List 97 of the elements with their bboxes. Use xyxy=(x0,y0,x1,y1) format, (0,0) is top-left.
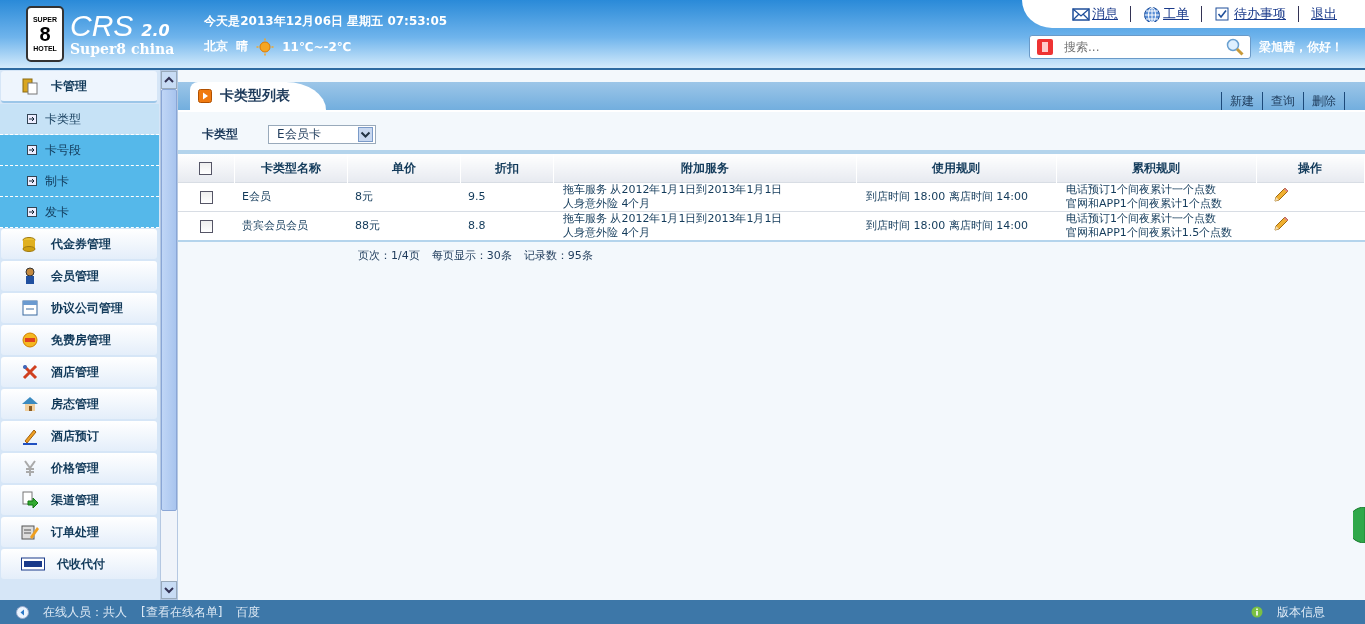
column-header: 附加服务 xyxy=(553,152,856,183)
arrow-box-icon xyxy=(27,114,37,124)
table-cell: 拖车服务 从2012年1月1日到2013年1月1日 人身意外险 4个月 xyxy=(553,211,856,241)
globe-icon xyxy=(1143,6,1161,22)
menu-group-button[interactable]: 酒店预订 xyxy=(1,421,158,451)
column-header: 折扣 xyxy=(460,152,553,183)
date-time-text: 今天是2013年12月06日 星期五 07:53:05 xyxy=(204,12,448,30)
column-header: 使用规则 xyxy=(856,152,1056,183)
pager-text: 记录数：95条 xyxy=(523,248,593,263)
table-cell: 8元 xyxy=(347,182,460,212)
edit-button[interactable] xyxy=(1272,186,1290,204)
table-cell: 8.8 xyxy=(460,211,553,241)
search-field[interactable]: 搜索... xyxy=(1029,35,1251,59)
header-link[interactable]: 待办事项 xyxy=(1234,5,1286,23)
toolbar-button[interactable]: 查询 xyxy=(1262,92,1303,110)
pager-text: 每页显示：30条 xyxy=(431,248,512,263)
logo-text: 8 xyxy=(39,24,51,44)
submenu-item[interactable]: 卡号段 xyxy=(0,135,160,166)
table-cell: 电话预订1个间夜累计一个点数 官网和APP1个间夜累计1个点数 xyxy=(1056,182,1256,212)
online-users-text: 在线人员：共人 xyxy=(43,603,127,621)
menu-group-button[interactable]: 代收代付 xyxy=(1,549,158,579)
greeting-text: 梁旭茜，你好！ xyxy=(1259,38,1343,56)
menu-group-button[interactable]: 酒店管理 xyxy=(1,357,158,387)
arrow-box-icon xyxy=(27,145,37,155)
brand-subtitle: Super8 china xyxy=(70,41,175,57)
checkbox[interactable] xyxy=(199,190,213,204)
scroll-up-button[interactable] xyxy=(161,71,177,89)
tab-title: 卡类型列表 xyxy=(220,87,290,105)
submenu-item[interactable]: 卡类型 xyxy=(0,104,160,135)
menu-group-button[interactable]: 订单处理 xyxy=(1,517,158,547)
menu-group-button[interactable]: 免费房管理 xyxy=(1,325,158,355)
notepad-pencil-icon xyxy=(21,523,39,541)
checkbox[interactable] xyxy=(199,219,213,233)
folder-window-icon xyxy=(21,299,39,317)
city-text: 北京 xyxy=(204,38,229,55)
pager-text: 页次：1/4页 xyxy=(358,248,420,263)
brand-name: CRS xyxy=(70,11,134,41)
arrow-box-icon xyxy=(27,176,37,186)
menu-group-button[interactable]: 卡管理 xyxy=(1,71,158,103)
table-cell: E会员 xyxy=(234,182,347,212)
arrow-box-icon xyxy=(27,207,37,217)
column-header: 操作 xyxy=(1256,152,1365,183)
scroll-down-button[interactable] xyxy=(161,581,177,599)
table-cell: 拖车服务 从2012年1月1日到2013年1月1日 人身意外险 4个月 xyxy=(553,182,856,212)
menu-group-button[interactable]: 价格管理 xyxy=(1,453,158,483)
half-circle-button-icon xyxy=(1353,507,1365,543)
version-info-link[interactable]: 版本信息 xyxy=(1277,603,1325,621)
temperature-text: 11℃~-2℃ xyxy=(282,39,352,54)
header-link[interactable]: 消息 xyxy=(1092,5,1118,23)
document-arrow-icon xyxy=(21,491,39,509)
card-icon xyxy=(21,555,45,573)
search-icon xyxy=(1226,38,1244,56)
baidu-link[interactable]: 百度 xyxy=(236,603,261,621)
checkbox[interactable] xyxy=(199,162,213,175)
envelope-icon xyxy=(1072,6,1090,22)
table-cell: 到店时间 18:00 离店时间 14:00 xyxy=(856,211,1056,241)
filter-label: 卡类型 xyxy=(202,125,238,143)
edit-button[interactable] xyxy=(1272,215,1290,233)
search-input[interactable]: 搜索... xyxy=(1062,39,1218,55)
documents-icon xyxy=(21,77,39,95)
header-link[interactable]: 退出 xyxy=(1311,5,1337,23)
online-list-link[interactable]: [查看在线名单] xyxy=(141,603,223,621)
menu-group-button[interactable]: 会员管理 xyxy=(1,261,158,291)
square-logo-icon xyxy=(1036,38,1054,56)
column-header: 卡类型名称 xyxy=(234,152,347,183)
column-header: 累积规则 xyxy=(1056,152,1256,183)
header-link[interactable]: 工单 xyxy=(1163,5,1189,23)
card-type-dropdown[interactable]: E会员卡 xyxy=(268,124,376,144)
version-label: 2.0 xyxy=(141,21,170,40)
scroll-thumb[interactable] xyxy=(161,89,177,511)
page-tab[interactable]: 卡类型列表 xyxy=(190,82,326,110)
weather-text: 晴 xyxy=(236,38,249,55)
house-icon xyxy=(21,395,39,413)
caret-down-icon xyxy=(164,586,175,594)
submenu-item[interactable]: 发卡 xyxy=(0,197,160,228)
caret-icon xyxy=(358,126,373,142)
menu-group-button[interactable]: 代金券管理 xyxy=(1,229,158,259)
table-cell: 电话预订1个间夜累计一个点数 官网和APP1个间夜累计1.5个点数 xyxy=(1056,211,1256,241)
play-icon xyxy=(198,89,212,103)
table-cell: 9.5 xyxy=(460,182,553,212)
yen-icon xyxy=(21,459,39,477)
info-icon xyxy=(1251,606,1263,618)
toolbar-button[interactable]: 新建 xyxy=(1221,92,1262,110)
caret-up-icon xyxy=(164,76,175,84)
scrollbar[interactable] xyxy=(160,70,178,600)
menu-group-button[interactable]: 渠道管理 xyxy=(1,485,158,515)
table-cell: 88元 xyxy=(347,211,460,241)
table-cell: 贵宾会员会员 xyxy=(234,211,347,241)
toolbar-button[interactable]: 删除 xyxy=(1303,92,1345,110)
table-cell: 到店时间 18:00 离店时间 14:00 xyxy=(856,182,1056,212)
column-header: 单价 xyxy=(347,152,460,183)
pencil-icon xyxy=(21,427,39,445)
sun-icon xyxy=(256,37,275,56)
checkbox-icon xyxy=(1214,6,1232,22)
menu-group-button[interactable]: 房态管理 xyxy=(1,389,158,419)
menu-group-button[interactable]: 协议公司管理 xyxy=(1,293,158,323)
submenu-item[interactable]: 制卡 xyxy=(0,166,160,197)
